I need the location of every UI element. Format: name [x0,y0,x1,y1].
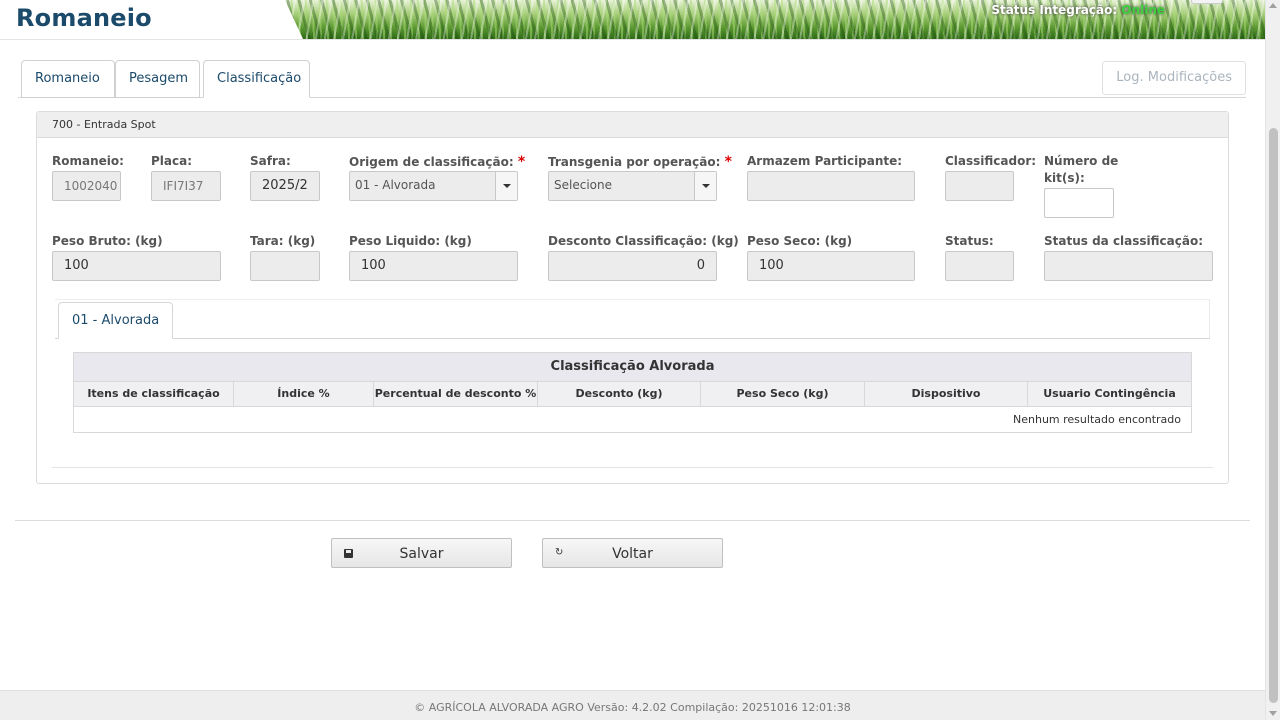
scroll-up-icon[interactable] [1269,3,1277,8]
origem-select-value: 01 - Alvorada [355,178,436,192]
inner-tabs-container [55,299,1210,339]
tara-label: Tara: (kg) [250,234,316,248]
scrollbar-thumb[interactable] [1269,128,1278,703]
romaneio-label: Romaneio: [52,154,124,168]
panel-divider [52,467,1213,468]
classificador-field[interactable] [945,171,1014,201]
classification-table: Classificação Alvorada Itens de classifi… [73,352,1192,433]
origem-required-mark: * [517,154,526,170]
integration-status: Status Integração: Online [991,3,1165,17]
peso-bruto-field[interactable]: 100 [52,251,221,281]
main-tabs: Romaneio Pesagem Classificação Log. Modi… [18,58,1246,98]
vertical-scrollbar[interactable] [1265,0,1280,720]
column-header-indice[interactable]: Índice % [234,382,374,406]
transgenia-required-mark: * [724,154,732,170]
kits-label-line2: kit(s): [1044,171,1085,185]
actions-divider [15,520,1250,521]
floppy-disk-icon [344,549,353,558]
inner-tabs-baseline [55,338,1210,339]
tab-romaneio[interactable]: Romaneio [21,60,115,98]
status-label: Status: [945,234,994,248]
column-header-dispositivo[interactable]: Dispositivo [865,382,1028,406]
safra-label: Safra: [250,154,291,168]
safra-field[interactable]: 2025/2 [250,171,320,201]
chevron-down-icon[interactable] [495,172,517,200]
kits-label: Número de kit(s): [1044,154,1118,185]
peso-bruto-label: Peso Bruto: (kg) [52,234,163,248]
integration-status-label: Status Integração: [991,3,1118,17]
integration-status-value: Online [1121,3,1165,17]
tab-pesagem[interactable]: Pesagem [115,60,200,98]
tab-log-modificacoes[interactable]: Log. Modificações [1102,61,1246,95]
kits-label-line1: Número de [1044,154,1119,168]
classification-panel: 700 - Entrada Spot Romaneio: 1002040 Pla… [36,111,1229,484]
placa-label: Placa: [151,154,193,168]
column-header-itens[interactable]: Itens de classificação [74,382,234,406]
column-header-percentual-desconto[interactable]: Percentual de desconto % [374,382,538,406]
chevron-down-icon[interactable] [694,172,716,200]
armazem-field[interactable] [747,171,915,201]
column-header-peso-seco[interactable]: Peso Seco (kg) [701,382,865,406]
tab-classificacao[interactable]: Classificação [203,60,310,98]
column-header-desconto[interactable]: Desconto (kg) [538,382,701,406]
empty-table-message: Nenhum resultado encontrado [74,407,1191,432]
save-button-label: Salvar [399,546,444,562]
refresh-icon: ↻ [555,547,564,558]
status-classificacao-label: Status da classificação: [1044,234,1204,248]
back-button-label: Voltar [612,546,653,562]
transgenia-select[interactable]: Selecione [548,171,717,201]
peso-liquido-label: Peso Liquido: (kg) [349,234,472,248]
origem-label: Origem de classificação: * [349,154,525,170]
scroll-down-icon[interactable] [1269,711,1277,716]
back-button[interactable]: ↻ Voltar [542,538,723,568]
save-button[interactable]: Salvar [331,538,512,568]
status-field[interactable] [945,251,1014,281]
transgenia-label: Transgenia por operação: * [548,154,732,170]
origem-label-text: Origem de classificação: [349,155,514,169]
column-header-usuario-contingencia[interactable]: Usuario Contingência [1028,382,1191,406]
tara-field[interactable] [250,251,320,281]
peso-liquido-field[interactable]: 100 [349,251,518,281]
peso-seco-field[interactable]: 100 [747,251,915,281]
peso-seco-label: Peso Seco: (kg) [747,234,853,248]
transgenia-label-text: Transgenia por operação: [548,155,721,169]
classification-table-header: Itens de classificação Índice % Percentu… [74,381,1191,407]
desconto-label: Desconto Classificação: (kg) [548,234,739,248]
panel-heading: 700 - Entrada Spot [37,112,1228,138]
app-header: Romaneio Status Integração: Online [0,0,1265,40]
romaneio-field[interactable]: 1002040 [52,171,121,201]
footer: © AGRÍCOLA ALVORADA AGRO Versão: 4.2.02 … [0,690,1265,720]
origem-select[interactable]: 01 - Alvorada [349,171,518,201]
placa-field[interactable]: IFI7I37 [151,171,221,201]
inner-tab-alvorada[interactable]: 01 - Alvorada [58,302,174,339]
header-menu-button[interactable] [1191,0,1223,4]
page-title: Romaneio [16,4,152,32]
transgenia-select-value: Selecione [554,178,612,192]
armazem-label: Armazem Participante: [747,154,903,168]
classificador-label: Classificador: [945,154,1037,168]
kits-field[interactable] [1044,188,1114,218]
status-classificacao-field[interactable] [1044,251,1213,281]
classification-table-title: Classificação Alvorada [74,353,1191,381]
desconto-field[interactable]: 0 [548,251,717,281]
